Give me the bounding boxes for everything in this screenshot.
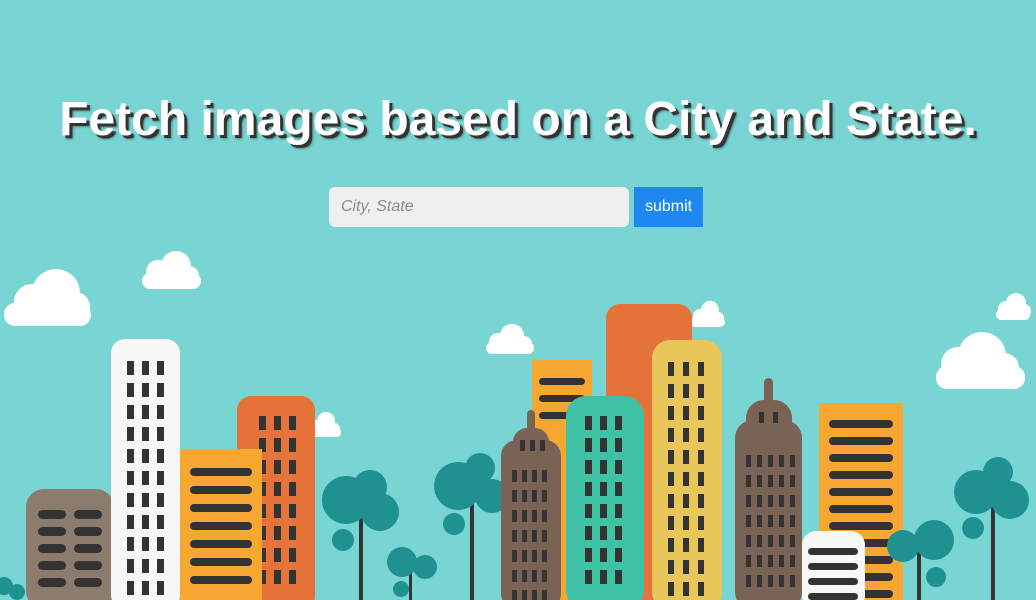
tree [322,470,399,600]
cloud [996,293,1031,320]
page-title: Fetch images based on a City and State. [59,93,977,146]
building-brown-spire-right [735,378,802,600]
cloud [4,269,91,326]
cloud [690,301,725,327]
building-white-small-right [802,531,865,600]
building-yellow-left [180,449,262,600]
search-form: submit [329,187,703,227]
city-state-input[interactable] [329,187,629,227]
building-teal-center [566,396,644,600]
tree [0,577,25,600]
building-gold-center [652,340,722,600]
cloud [142,251,201,289]
tree [954,457,1029,600]
tree [387,547,437,600]
building-brown-left [26,489,114,600]
building-white-tall-left [111,339,180,600]
cloud [936,332,1025,389]
cityscape-illustration [0,251,1031,600]
tree [434,453,509,600]
submit-button[interactable]: submit [634,187,703,227]
cloud [486,324,534,354]
